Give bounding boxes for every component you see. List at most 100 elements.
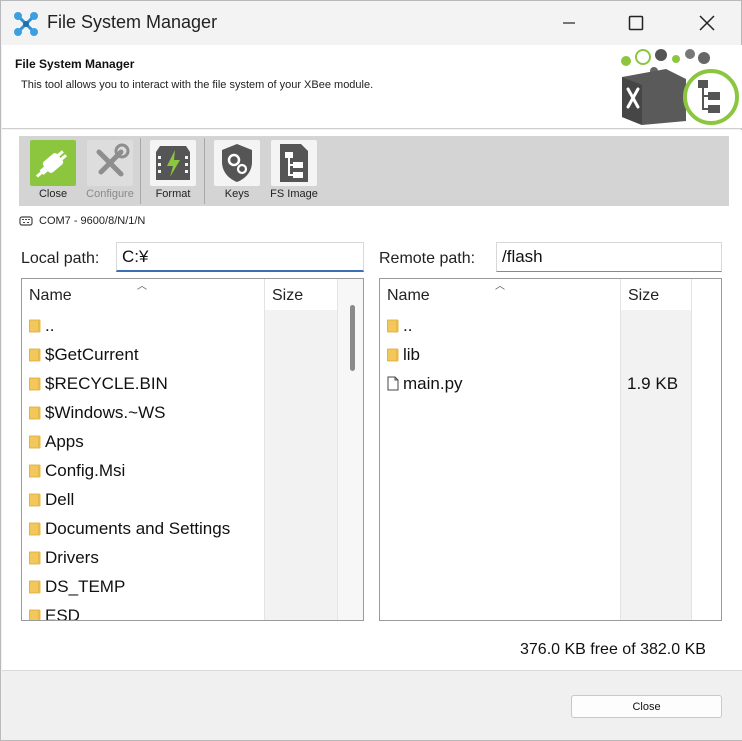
keys-label: Keys [224,188,250,200]
folder-icon [28,579,42,595]
configure-button[interactable]: Configure [80,140,140,204]
item-name: main.py [403,373,463,393]
xctu-app-icon [14,12,38,36]
remote-size-column-header[interactable]: Size [621,279,691,309]
folder-row[interactable]: .. [380,311,721,340]
connection-info: COM7 - 9600/8/N/1/N [19,215,145,227]
maximize-icon [628,15,644,31]
free-space-text: 376.0 KB free of 382.0 KB [520,641,706,658]
item-name: DS_TEMP [45,576,126,596]
remote-file-list: Name ︿ Size .. lib main.py 1.9 KB [379,278,722,621]
file-system-manager-window: File System Manager File System Manager … [0,0,742,741]
size-header-text: Size [628,287,660,304]
item-name: Config.Msi [45,460,126,480]
folder-icon [28,347,42,363]
item-name: $GetCurrent [45,344,139,364]
folder-icon [28,434,42,450]
header-title: File System Manager [15,57,135,71]
item-name: .. [403,315,413,335]
folder-row[interactable]: ESD [22,601,363,621]
configure-label: Configure [86,188,134,200]
item-name: Apps [45,431,84,451]
folder-icon [28,608,42,620]
folder-row[interactable]: lib [380,340,721,369]
folder-icon [28,318,42,334]
plug-connector-icon [30,140,76,186]
toolbar-separator [204,138,205,204]
sort-ascending-icon: ︿ [137,281,147,292]
dialog-footer: Close [2,670,742,740]
close-connection-label: Close [38,188,68,200]
toolbar-separator [140,138,141,204]
scrollbar-thumb[interactable] [350,305,355,371]
item-name: $Windows.~WS [45,402,166,422]
minimize-button[interactable] [546,1,592,45]
file-system-logo-icon [621,49,739,125]
dialog-header: File System Manager This tool allows you… [2,45,742,129]
folder-icon [28,521,42,537]
local-scrollbar[interactable] [337,279,363,620]
local-path-input[interactable]: C:¥ [116,242,364,272]
folder-icon [28,405,42,421]
wrench-screwdriver-icon [87,140,133,186]
main-content: Close Configure Format Keys FS Image COM… [2,130,742,670]
title-bar: File System Manager [1,1,741,45]
close-button[interactable]: Close [571,695,722,718]
folder-row[interactable]: Drivers [22,543,363,572]
keys-button[interactable]: Keys [207,140,267,204]
format-button[interactable]: Format [143,140,203,204]
item-size: 1.9 KB [627,373,679,393]
local-name-column-header[interactable]: Name ︿ [22,279,264,309]
remote-path-label: Remote path: [379,250,476,267]
local-path-label: Local path: [21,250,100,267]
fs-image-button[interactable]: FS Image [264,140,324,204]
folder-row[interactable]: $Windows.~WS [22,398,363,427]
folder-icon [28,492,42,508]
close-icon [699,15,715,31]
folder-icon [386,318,400,334]
folder-row[interactable]: Apps [22,427,363,456]
toolbar: Close Configure Format Keys FS Image [19,136,729,206]
close-connection-button[interactable]: Close [23,140,83,204]
size-header-text: Size [272,287,304,304]
memory-chip-bolt-icon [150,140,196,186]
window-title: File System Manager [47,12,218,32]
folder-icon [28,550,42,566]
item-name: Drivers [45,547,99,567]
item-name: .. [45,315,55,335]
folder-row[interactable]: DS_TEMP [22,572,363,601]
file-row[interactable]: main.py 1.9 KB [380,369,721,398]
minimize-icon [563,22,575,24]
name-header-text: Name [387,287,430,304]
local-size-column-header[interactable]: Size [265,279,337,309]
folder-row[interactable]: Config.Msi [22,456,363,485]
folder-row[interactable]: $GetCurrent [22,340,363,369]
port-text: COM7 - 9600/8/N/1/N [39,215,146,227]
item-name: ESD [45,605,80,621]
folder-icon [386,347,400,363]
header-subtitle: This tool allows you to interact with th… [21,79,374,91]
fs-image-label: FS Image [270,188,318,200]
window-close-button[interactable] [684,1,730,45]
name-header-text: Name [29,287,72,304]
item-name: $RECYCLE.BIN [45,373,168,393]
item-name: Documents and Settings [45,518,231,538]
remote-path-input[interactable]: /flash [496,242,722,272]
folder-row[interactable]: .. [22,311,363,340]
folder-icon [28,463,42,479]
format-label: Format [155,188,191,200]
file-icon [386,376,400,392]
item-name: Dell [45,489,75,509]
shield-gear-icon [214,140,260,186]
folder-row[interactable]: Documents and Settings [22,514,363,543]
item-name: lib [403,344,421,364]
folder-row[interactable]: Dell [22,485,363,514]
folder-row[interactable]: $RECYCLE.BIN [22,369,363,398]
remote-name-column-header[interactable]: Name ︿ [380,279,620,309]
serial-port-icon [19,216,33,226]
local-file-list: Name ︿ Size .. $GetCurrent $RECYCLE.BIN $Wi… [21,278,364,621]
maximize-button[interactable] [613,1,659,45]
file-tree-icon [271,140,317,186]
folder-icon [28,376,42,392]
sort-ascending-icon: ︿ [495,281,505,292]
